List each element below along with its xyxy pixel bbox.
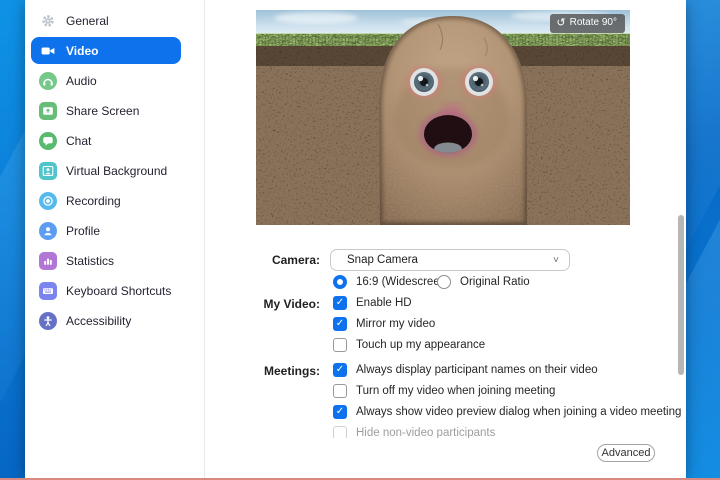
sidebar-item-recording[interactable]: Recording <box>31 187 181 214</box>
sidebar-item-label: General <box>66 14 109 28</box>
sidebar-item-label: Profile <box>66 224 100 238</box>
option-row: Hide non-video participants <box>333 426 495 438</box>
sidebar-item-virtual-background[interactable]: Virtual Background <box>31 157 181 184</box>
original-ratio-radio[interactable] <box>437 275 451 289</box>
display-names-checkbox[interactable] <box>333 363 347 377</box>
checkbox-label: Mirror my video <box>356 318 435 330</box>
chevron-down-icon: ˅ <box>553 255 559 266</box>
screen: General Video Audio Share Screen <box>0 0 720 480</box>
aspect-option-original: Original Ratio <box>437 275 530 289</box>
chat-bubble-icon <box>39 132 57 150</box>
sidebar-item-label: Virtual Background <box>66 164 167 178</box>
option-row: Enable HD <box>333 296 412 310</box>
sidebar-item-label: Video <box>66 44 98 58</box>
rotate-label: Rotate 90° <box>570 15 617 31</box>
sidebar-item-label: Accessibility <box>66 314 131 328</box>
person-icon <box>39 222 57 240</box>
radio-label: Original Ratio <box>460 276 530 288</box>
enable-hd-checkbox[interactable] <box>333 296 347 310</box>
sidebar-item-share-screen[interactable]: Share Screen <box>31 97 181 124</box>
option-row: Always show video preview dialog when jo… <box>333 405 681 419</box>
turn-off-video-checkbox[interactable] <box>333 384 347 398</box>
video-settings-panel: ↺ Rotate 90° Camera: Snap Camera ˅ 16:9 … <box>206 0 686 478</box>
sidebar-item-label: Keyboard Shortcuts <box>66 284 171 298</box>
record-icon <box>39 192 57 210</box>
sidebar-item-accessibility[interactable]: Accessibility <box>31 307 181 334</box>
camera-select[interactable]: Snap Camera ˅ <box>330 249 570 271</box>
rotate-icon: ↺ <box>556 15 565 31</box>
video-camera-icon <box>39 42 57 60</box>
sidebar-item-label: Audio <box>66 74 97 88</box>
clipped-option-row: Hide non-video participants <box>333 426 495 438</box>
checkbox-label: Enable HD <box>356 297 412 309</box>
touch-up-checkbox[interactable] <box>333 338 347 352</box>
sidebar-item-video[interactable]: Video <box>31 37 181 64</box>
sidebar-item-keyboard-shortcuts[interactable]: Keyboard Shortcuts <box>31 277 181 304</box>
checkbox-label: Hide non-video participants <box>356 427 495 438</box>
camera-select-value: Snap Camera <box>347 254 418 266</box>
sidebar-item-statistics[interactable]: Statistics <box>31 247 181 274</box>
sidebar-item-chat[interactable]: Chat <box>31 127 181 154</box>
sidebar-item-audio[interactable]: Audio <box>31 67 181 94</box>
checkbox-label: Touch up my appearance <box>356 339 485 351</box>
accessibility-icon <box>39 312 57 330</box>
sidebar-item-label: Statistics <box>66 254 114 268</box>
video-preview: ↺ Rotate 90° <box>256 10 630 225</box>
mirror-video-checkbox[interactable] <box>333 317 347 331</box>
sidebar-item-label: Chat <box>66 134 91 148</box>
settings-sidebar: General Video Audio Share Screen <box>25 0 205 478</box>
option-row: Turn off my video when joining meeting <box>333 384 555 398</box>
share-screen-icon <box>39 102 57 120</box>
video-preview-dialog-checkbox[interactable] <box>333 405 347 419</box>
option-row: Always display participant names on thei… <box>333 363 598 377</box>
camera-label: Camera: <box>225 253 320 267</box>
sidebar-item-profile[interactable]: Profile <box>31 217 181 244</box>
rotate-90-button[interactable]: ↺ Rotate 90° <box>550 14 625 33</box>
checkbox-label: Always show video preview dialog when jo… <box>356 406 681 418</box>
option-row: Touch up my appearance <box>333 338 485 352</box>
option-row: Mirror my video <box>333 317 435 331</box>
sidebar-item-label: Share Screen <box>66 104 139 118</box>
advanced-button[interactable]: Advanced <box>597 444 655 462</box>
checkbox-label: Always display participant names on thei… <box>356 364 598 376</box>
headphones-icon <box>39 72 57 90</box>
keyboard-icon <box>39 282 57 300</box>
sidebar-item-general[interactable]: General <box>31 7 181 34</box>
zoom-settings-window: General Video Audio Share Screen <box>25 0 686 478</box>
bar-chart-icon <box>39 252 57 270</box>
gear-icon <box>39 12 57 30</box>
virtual-background-icon <box>39 162 57 180</box>
widescreen-radio[interactable] <box>333 275 347 289</box>
potato-filter-image <box>256 10 630 225</box>
scrollbar-thumb[interactable] <box>678 215 684 375</box>
my-video-label: My Video: <box>225 297 320 311</box>
hide-non-video-checkbox[interactable] <box>333 426 347 438</box>
aspect-option-widescreen: 16:9 (Widescreen) <box>333 275 450 289</box>
radio-label: 16:9 (Widescreen) <box>356 276 450 288</box>
sidebar-item-label: Recording <box>66 194 121 208</box>
checkbox-label: Turn off my video when joining meeting <box>356 385 555 397</box>
meetings-label: Meetings: <box>225 364 320 378</box>
